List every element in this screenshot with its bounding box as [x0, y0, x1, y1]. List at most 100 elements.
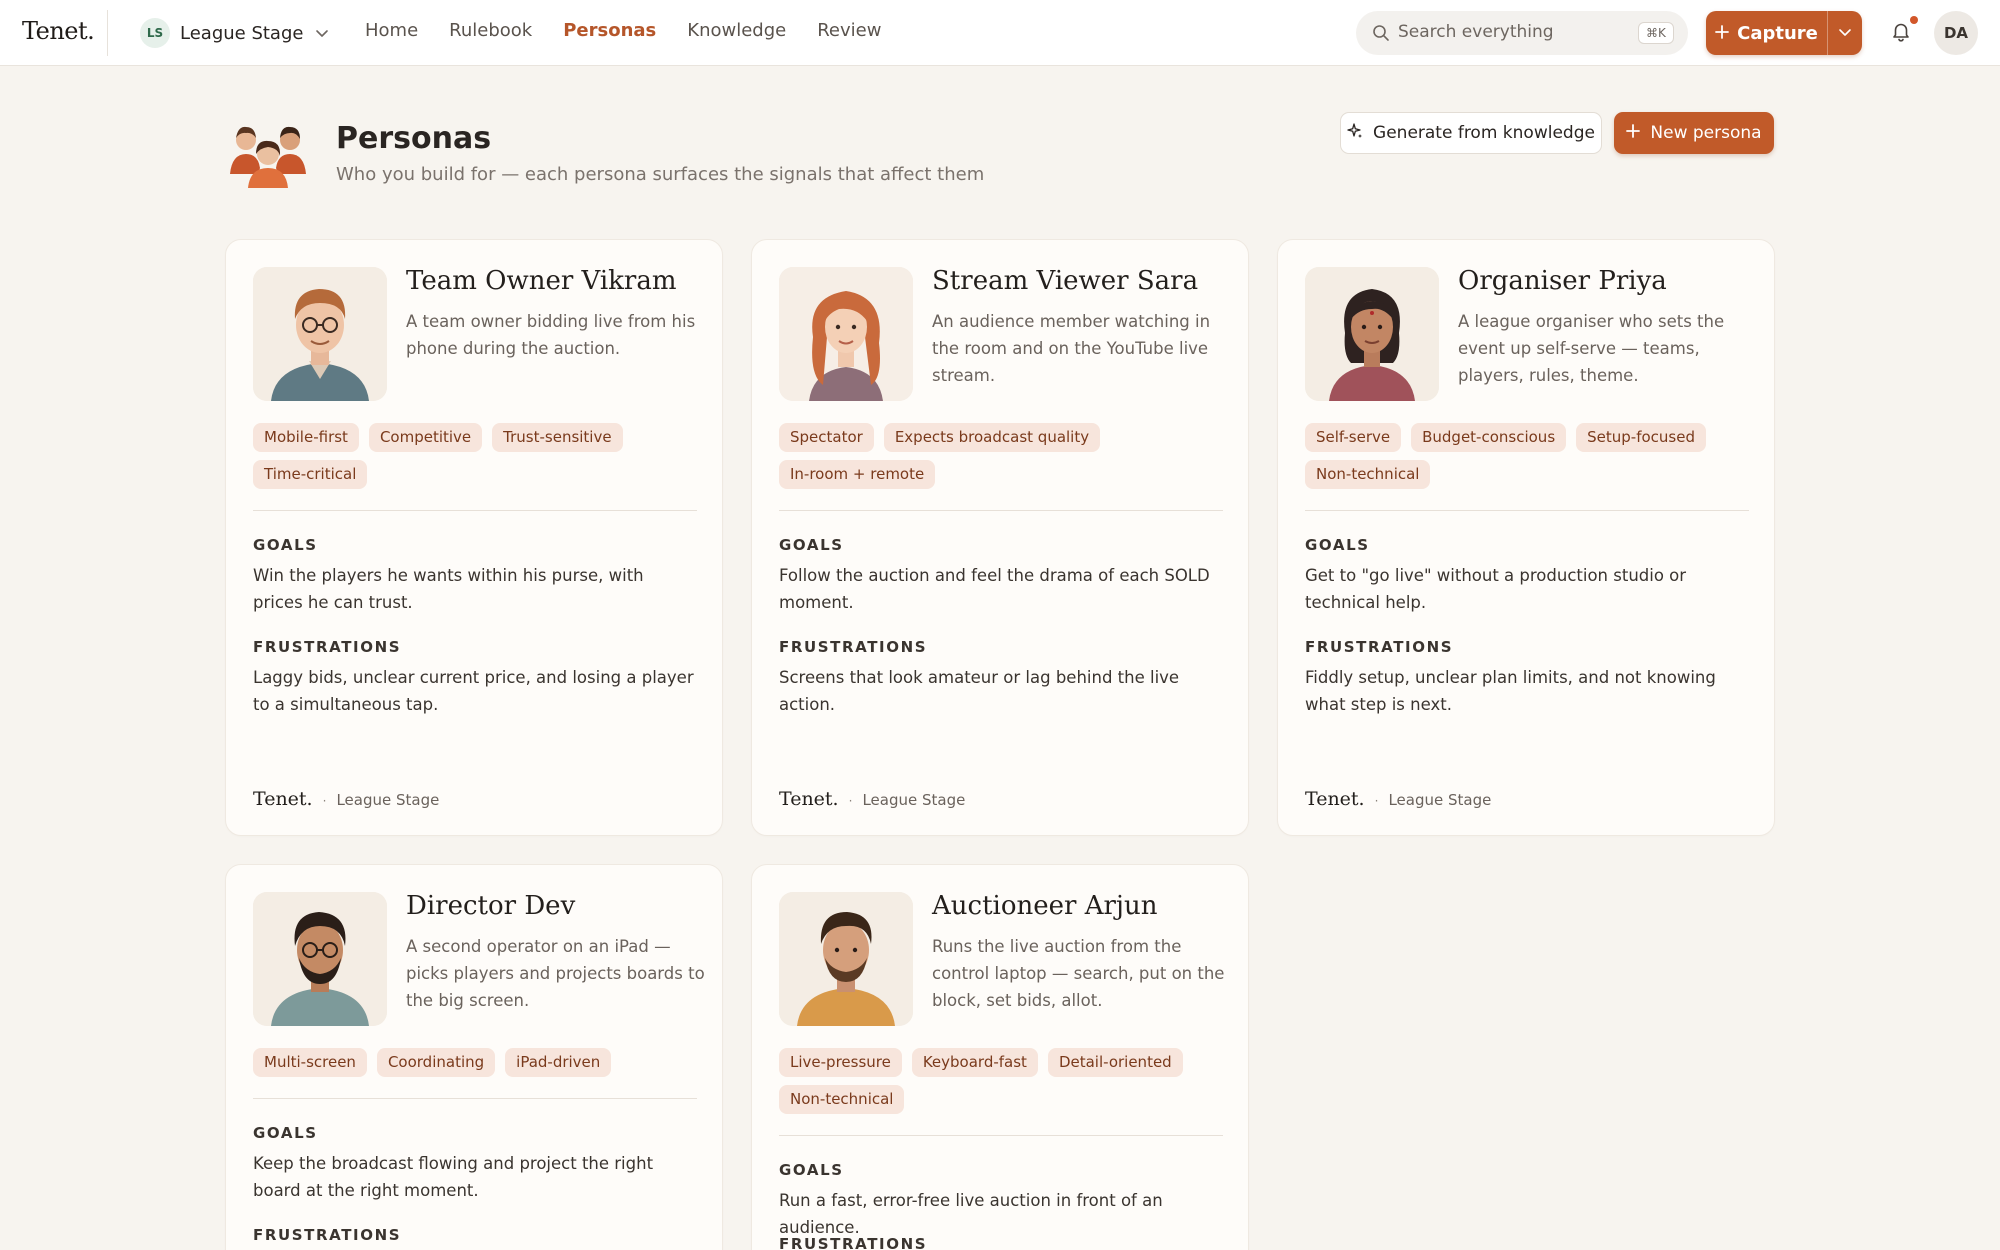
new-persona-label: New persona [1650, 123, 1762, 143]
goals-heading: GOALS [779, 1161, 844, 1179]
footer-brand: Tenet. [253, 788, 313, 810]
plus-icon [1626, 123, 1641, 143]
search-placeholder: Search everything [1398, 22, 1554, 42]
personas-illustration [228, 118, 308, 190]
goals-heading: GOALS [253, 536, 318, 554]
persona-description: A second operator on an iPad — picks pla… [406, 937, 705, 1010]
capture-dropdown-button[interactable] [1828, 11, 1862, 55]
goals-heading: GOALS [1305, 536, 1370, 554]
persona-card[interactable]: Stream Viewer Sara An audience member wa… [751, 239, 1249, 836]
generate-from-knowledge-button[interactable]: Generate from knowledge [1340, 112, 1602, 154]
persona-tag: Expects broadcast quality [883, 423, 1101, 452]
persona-tag: Live-pressure [779, 1048, 902, 1077]
nav-knowledge[interactable]: Knowledge [687, 20, 786, 41]
persona-tag: Time-critical [253, 460, 368, 489]
nav-review[interactable]: Review [817, 20, 881, 41]
persona-tag: In-room + remote [779, 460, 936, 489]
persona-portrait [253, 267, 387, 401]
card-footer: Tenet. · League Stage [779, 788, 965, 810]
persona-name: Auctioneer Arjun [932, 891, 1158, 921]
main-nav: Home Rulebook Personas Knowledge Review [365, 20, 881, 41]
nav-home[interactable]: Home [365, 20, 418, 41]
persona-tags: Live-pressure Keyboard-fast Detail-orien… [779, 1048, 1229, 1114]
frustrations-text: Screens that look amateur or lag behind … [779, 668, 1180, 714]
persona-name: Team Owner Vikram [406, 266, 677, 296]
search-input[interactable]: Search everything ⌘K [1356, 11, 1688, 55]
persona-tag: Detail-oriented [1047, 1048, 1183, 1077]
page-subtitle: Who you build for — each persona surface… [336, 164, 985, 185]
divider [779, 1135, 1223, 1136]
persona-card[interactable]: Organiser Priya A league organiser who s… [1277, 239, 1775, 836]
goals-text: Keep the broadcast flowing and project t… [253, 1154, 654, 1200]
persona-tag: Competitive [368, 423, 483, 452]
workspace-name: League Stage [180, 22, 304, 44]
frustrations-heading: FRUSTRATIONS [1305, 638, 1454, 656]
persona-card[interactable]: Auctioneer Arjun Runs the live auction f… [751, 864, 1249, 1250]
persona-tags: Mobile-first Competitive Trust-sensitive… [253, 423, 703, 489]
persona-tag: Trust-sensitive [492, 423, 623, 452]
footer-workspace: League Stage [336, 791, 440, 809]
avatar[interactable]: DA [1934, 11, 1978, 55]
new-persona-button[interactable]: New persona [1614, 112, 1774, 154]
sparkle-icon [1347, 122, 1363, 144]
goals-text: Run a fast, error-free live auction in f… [779, 1191, 1163, 1237]
persona-description: An audience member watching in the room … [932, 312, 1211, 385]
goals-text: Win the players he wants within his purs… [253, 566, 644, 612]
persona-tag: Mobile-first [253, 423, 359, 452]
card-footer: Tenet. · League Stage [1305, 788, 1491, 810]
capture-label: Capture [1737, 22, 1818, 44]
persona-description: A league organiser who sets the event up… [1458, 312, 1725, 385]
divider [253, 510, 697, 511]
persona-portrait [1305, 267, 1439, 401]
separator-dot: · [848, 794, 853, 808]
nav-personas[interactable]: Personas [563, 20, 656, 41]
persona-tag: Non-technical [779, 1085, 905, 1114]
page-title: Personas [336, 121, 492, 156]
persona-tag: Budget-conscious [1411, 423, 1567, 452]
frustrations-heading: FRUSTRATIONS [253, 638, 402, 656]
bell-icon[interactable] [1888, 19, 1914, 45]
footer-brand: Tenet. [779, 788, 839, 810]
separator-dot: · [322, 794, 327, 808]
search-icon [1372, 24, 1390, 42]
capture-split-button: Capture [1706, 11, 1862, 55]
persona-tag: iPad-driven [505, 1048, 612, 1077]
divider [107, 10, 108, 56]
persona-tag: Setup-focused [1576, 423, 1706, 452]
card-footer: Tenet. · League Stage [253, 788, 439, 810]
goals-heading: GOALS [253, 1124, 318, 1142]
divider [779, 510, 1223, 511]
goals-heading: GOALS [779, 536, 844, 554]
persona-name: Director Dev [406, 891, 576, 921]
capture-button[interactable]: Capture [1706, 11, 1827, 55]
notification-dot [1910, 16, 1918, 24]
persona-tag: Coordinating [376, 1048, 496, 1077]
generate-label: Generate from knowledge [1373, 123, 1595, 143]
footer-brand: Tenet. [1305, 788, 1365, 810]
frustrations-heading: FRUSTRATIONS [779, 1235, 928, 1250]
persona-name: Organiser Priya [1458, 266, 1667, 296]
chevron-down-icon [313, 24, 331, 42]
separator-dot: · [1374, 794, 1379, 808]
nav-rulebook[interactable]: Rulebook [449, 20, 532, 41]
persona-card[interactable]: Team Owner Vikram A team owner bidding l… [225, 239, 723, 836]
goals-text: Get to "go live" without a production st… [1305, 566, 1687, 612]
divider [1305, 510, 1749, 511]
persona-portrait [253, 892, 387, 1026]
divider [253, 1098, 697, 1099]
plus-icon [1715, 24, 1730, 43]
frustrations-heading: FRUSTRATIONS [253, 1226, 402, 1244]
persona-tag: Non-technical [1305, 460, 1431, 489]
persona-description: Runs the live auction from the control l… [932, 937, 1225, 1010]
persona-name: Stream Viewer Sara [932, 266, 1199, 296]
persona-tag: Spectator [779, 423, 874, 452]
persona-tags: Spectator Expects broadcast quality In-r… [779, 423, 1229, 489]
footer-workspace: League Stage [1388, 791, 1492, 809]
persona-tags: Multi-screen Coordinating iPad-driven [253, 1048, 703, 1077]
persona-card[interactable]: Director Dev A second operator on an iPa… [225, 864, 723, 1250]
persona-tags: Self-serve Budget-conscious Setup-focuse… [1305, 423, 1755, 489]
brand-logo[interactable]: Tenet. [22, 17, 95, 45]
workspace-switcher[interactable]: LS League Stage [140, 18, 331, 48]
frustrations-text: Fiddly setup, unclear plan limits, and n… [1305, 668, 1716, 714]
persona-tag: Keyboard-fast [911, 1048, 1038, 1077]
